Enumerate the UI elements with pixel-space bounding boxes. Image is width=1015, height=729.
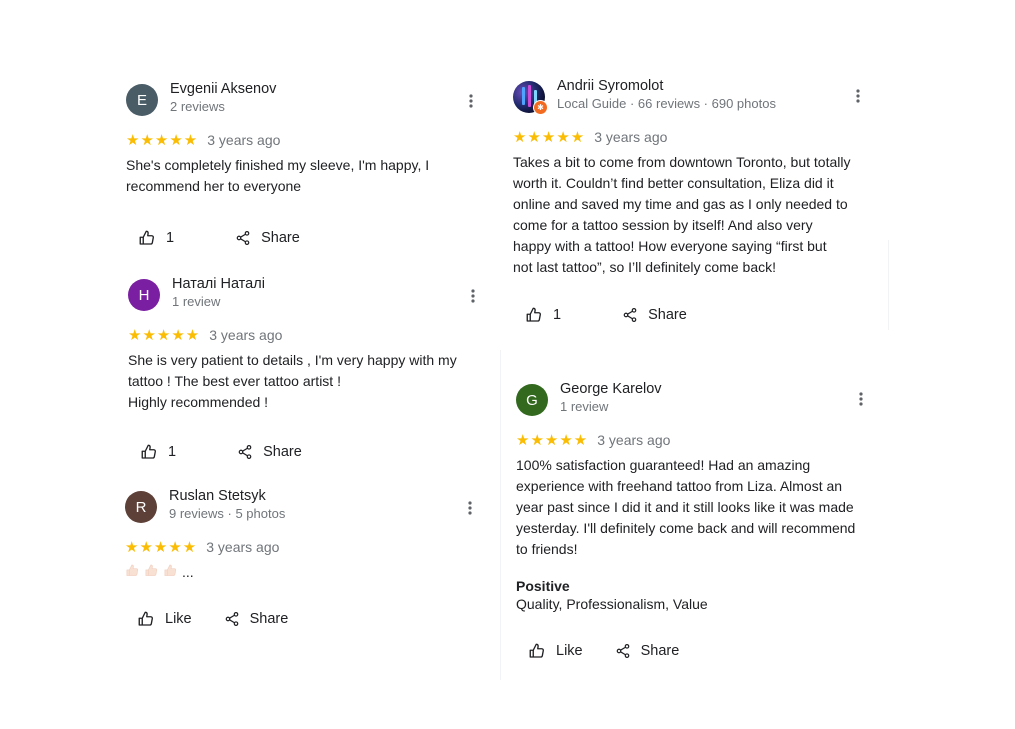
positive-attributes-label: Positive [516, 578, 570, 594]
review-actions: Like Share [516, 636, 881, 666]
star-rating: ★★★★★ [516, 430, 589, 449]
rating-row: ★★★★★ 3 years ago [125, 538, 485, 556]
review-date: 3 years ago [207, 132, 281, 148]
review-header: E Evgenii Aksenov 2 reviews [126, 81, 486, 121]
review-header: ✱ Andrii Syromolot Local Guide · 66 revi… [513, 78, 878, 118]
rating-row: ★★★★★ 3 years ago [516, 431, 881, 449]
reviewer-name[interactable]: George Karelov [560, 381, 662, 397]
reviewer-meta: 1 review [172, 294, 221, 309]
share-icon [237, 444, 253, 460]
reviewer-meta: Local Guide · 66 reviews · 690 photos [557, 96, 776, 111]
reviewer-name[interactable]: Ruslan Stetsyk [169, 488, 266, 504]
thumbs-up-icon [140, 443, 158, 461]
share-label: Share [249, 611, 289, 627]
review-actions: 1 Share [128, 437, 488, 467]
rating-row: ★★★★★ 3 years ago [126, 131, 486, 149]
share-button[interactable]: Share [237, 444, 302, 460]
reviewer-meta: 9 reviews · 5 photos [169, 506, 286, 521]
share-button[interactable]: Share [235, 230, 300, 246]
star-rating: ★★★★★ [126, 130, 199, 149]
reviewer-meta: 1 review [560, 399, 609, 414]
avatar[interactable]: R [125, 491, 157, 523]
share-icon [224, 611, 240, 627]
reviewer-meta: 2 reviews [170, 99, 225, 114]
more-options-icon[interactable] [463, 286, 483, 306]
share-icon [615, 643, 631, 659]
review-date: 3 years ago [594, 129, 668, 145]
review-header: R Ruslan Stetsyk 9 reviews · 5 photos [125, 488, 485, 528]
review-card: E Evgenii Aksenov 2 reviews ★★★★★ 3 year… [126, 81, 486, 253]
rating-row: ★★★★★ 3 years ago [513, 128, 878, 146]
review-card: G George Karelov 1 review ★★★★★ 3 years … [516, 381, 881, 666]
review-actions: Like Share [125, 604, 485, 634]
review-actions: 1 Share [126, 223, 486, 253]
share-label: Share [640, 643, 680, 659]
review-text: She is very patient to details , I'm ver… [128, 352, 457, 410]
like-button[interactable]: 1 [525, 306, 561, 324]
thumbs-up-emoji-icon [163, 563, 178, 581]
review-date: 3 years ago [206, 539, 280, 555]
thumbs-up-icon [137, 610, 155, 628]
more-options-icon[interactable] [851, 389, 871, 409]
review-card: H Наталі Наталі 1 review ★★★★★ 3 years a… [128, 276, 488, 467]
review-header: H Наталі Наталі 1 review [128, 276, 488, 316]
thumbs-up-icon [528, 642, 546, 660]
thumbs-up-emoji-icon [144, 563, 159, 581]
share-button[interactable]: Share [615, 643, 680, 659]
like-count: 1 [166, 230, 175, 246]
more-options-icon[interactable] [461, 91, 481, 111]
avatar[interactable]: G [516, 384, 548, 416]
share-icon [235, 230, 251, 246]
review-text: ... [125, 562, 485, 582]
share-button[interactable]: Share [224, 611, 289, 627]
review-date: 3 years ago [209, 327, 283, 343]
thumbs-up-icon [138, 229, 156, 247]
more-options-icon[interactable] [848, 86, 868, 106]
star-rating: ★★★★★ [128, 325, 201, 344]
panel-edge [888, 240, 889, 330]
panel-edge [500, 350, 501, 680]
like-button[interactable]: Like [528, 642, 583, 660]
share-button[interactable]: Share [622, 307, 687, 323]
review-actions: 1 Share [513, 300, 878, 330]
like-button[interactable]: Like [137, 610, 192, 628]
review-text: Takes a bit to come from downtown Toront… [513, 154, 851, 275]
more-options-icon[interactable] [460, 498, 480, 518]
positive-attributes-values: Quality, Professionalism, Value [516, 596, 708, 612]
like-button[interactable]: 1 [140, 443, 176, 461]
review-text: She's completely finished my sleeve, I'm… [126, 157, 430, 194]
review-header: G George Karelov 1 review [516, 381, 881, 421]
review-card: ✱ Andrii Syromolot Local Guide · 66 revi… [513, 78, 878, 330]
thumbs-up-emoji-icon [125, 563, 140, 581]
reviewer-name[interactable]: Наталі Наталі [172, 276, 265, 292]
share-icon [622, 307, 638, 323]
like-label: Like [556, 643, 583, 659]
star-rating: ★★★★★ [513, 127, 586, 146]
like-label: Like [165, 611, 192, 627]
avatar[interactable]: E [126, 84, 158, 116]
review-date: 3 years ago [597, 432, 671, 448]
like-count: 1 [168, 444, 177, 460]
review-text: 100% satisfaction guaranteed! Had an ama… [516, 457, 856, 557]
local-guide-star-icon: ✱ [533, 100, 548, 115]
avatar[interactable]: ✱ [513, 81, 548, 115]
share-label: Share [263, 444, 302, 460]
thumbs-up-icon [525, 306, 543, 324]
rating-row: ★★★★★ 3 years ago [128, 326, 488, 344]
avatar[interactable]: H [128, 279, 160, 311]
star-rating: ★★★★★ [125, 537, 198, 556]
share-label: Share [648, 307, 687, 323]
truncated-ellipsis[interactable]: ... [182, 564, 194, 580]
like-button[interactable]: 1 [138, 229, 174, 247]
reviewer-name[interactable]: Evgenii Aksenov [170, 81, 276, 97]
review-card: R Ruslan Stetsyk 9 reviews · 5 photos ★★… [125, 488, 485, 634]
reviewer-name[interactable]: Andrii Syromolot [557, 78, 663, 94]
like-count: 1 [553, 307, 562, 323]
share-label: Share [261, 230, 300, 246]
